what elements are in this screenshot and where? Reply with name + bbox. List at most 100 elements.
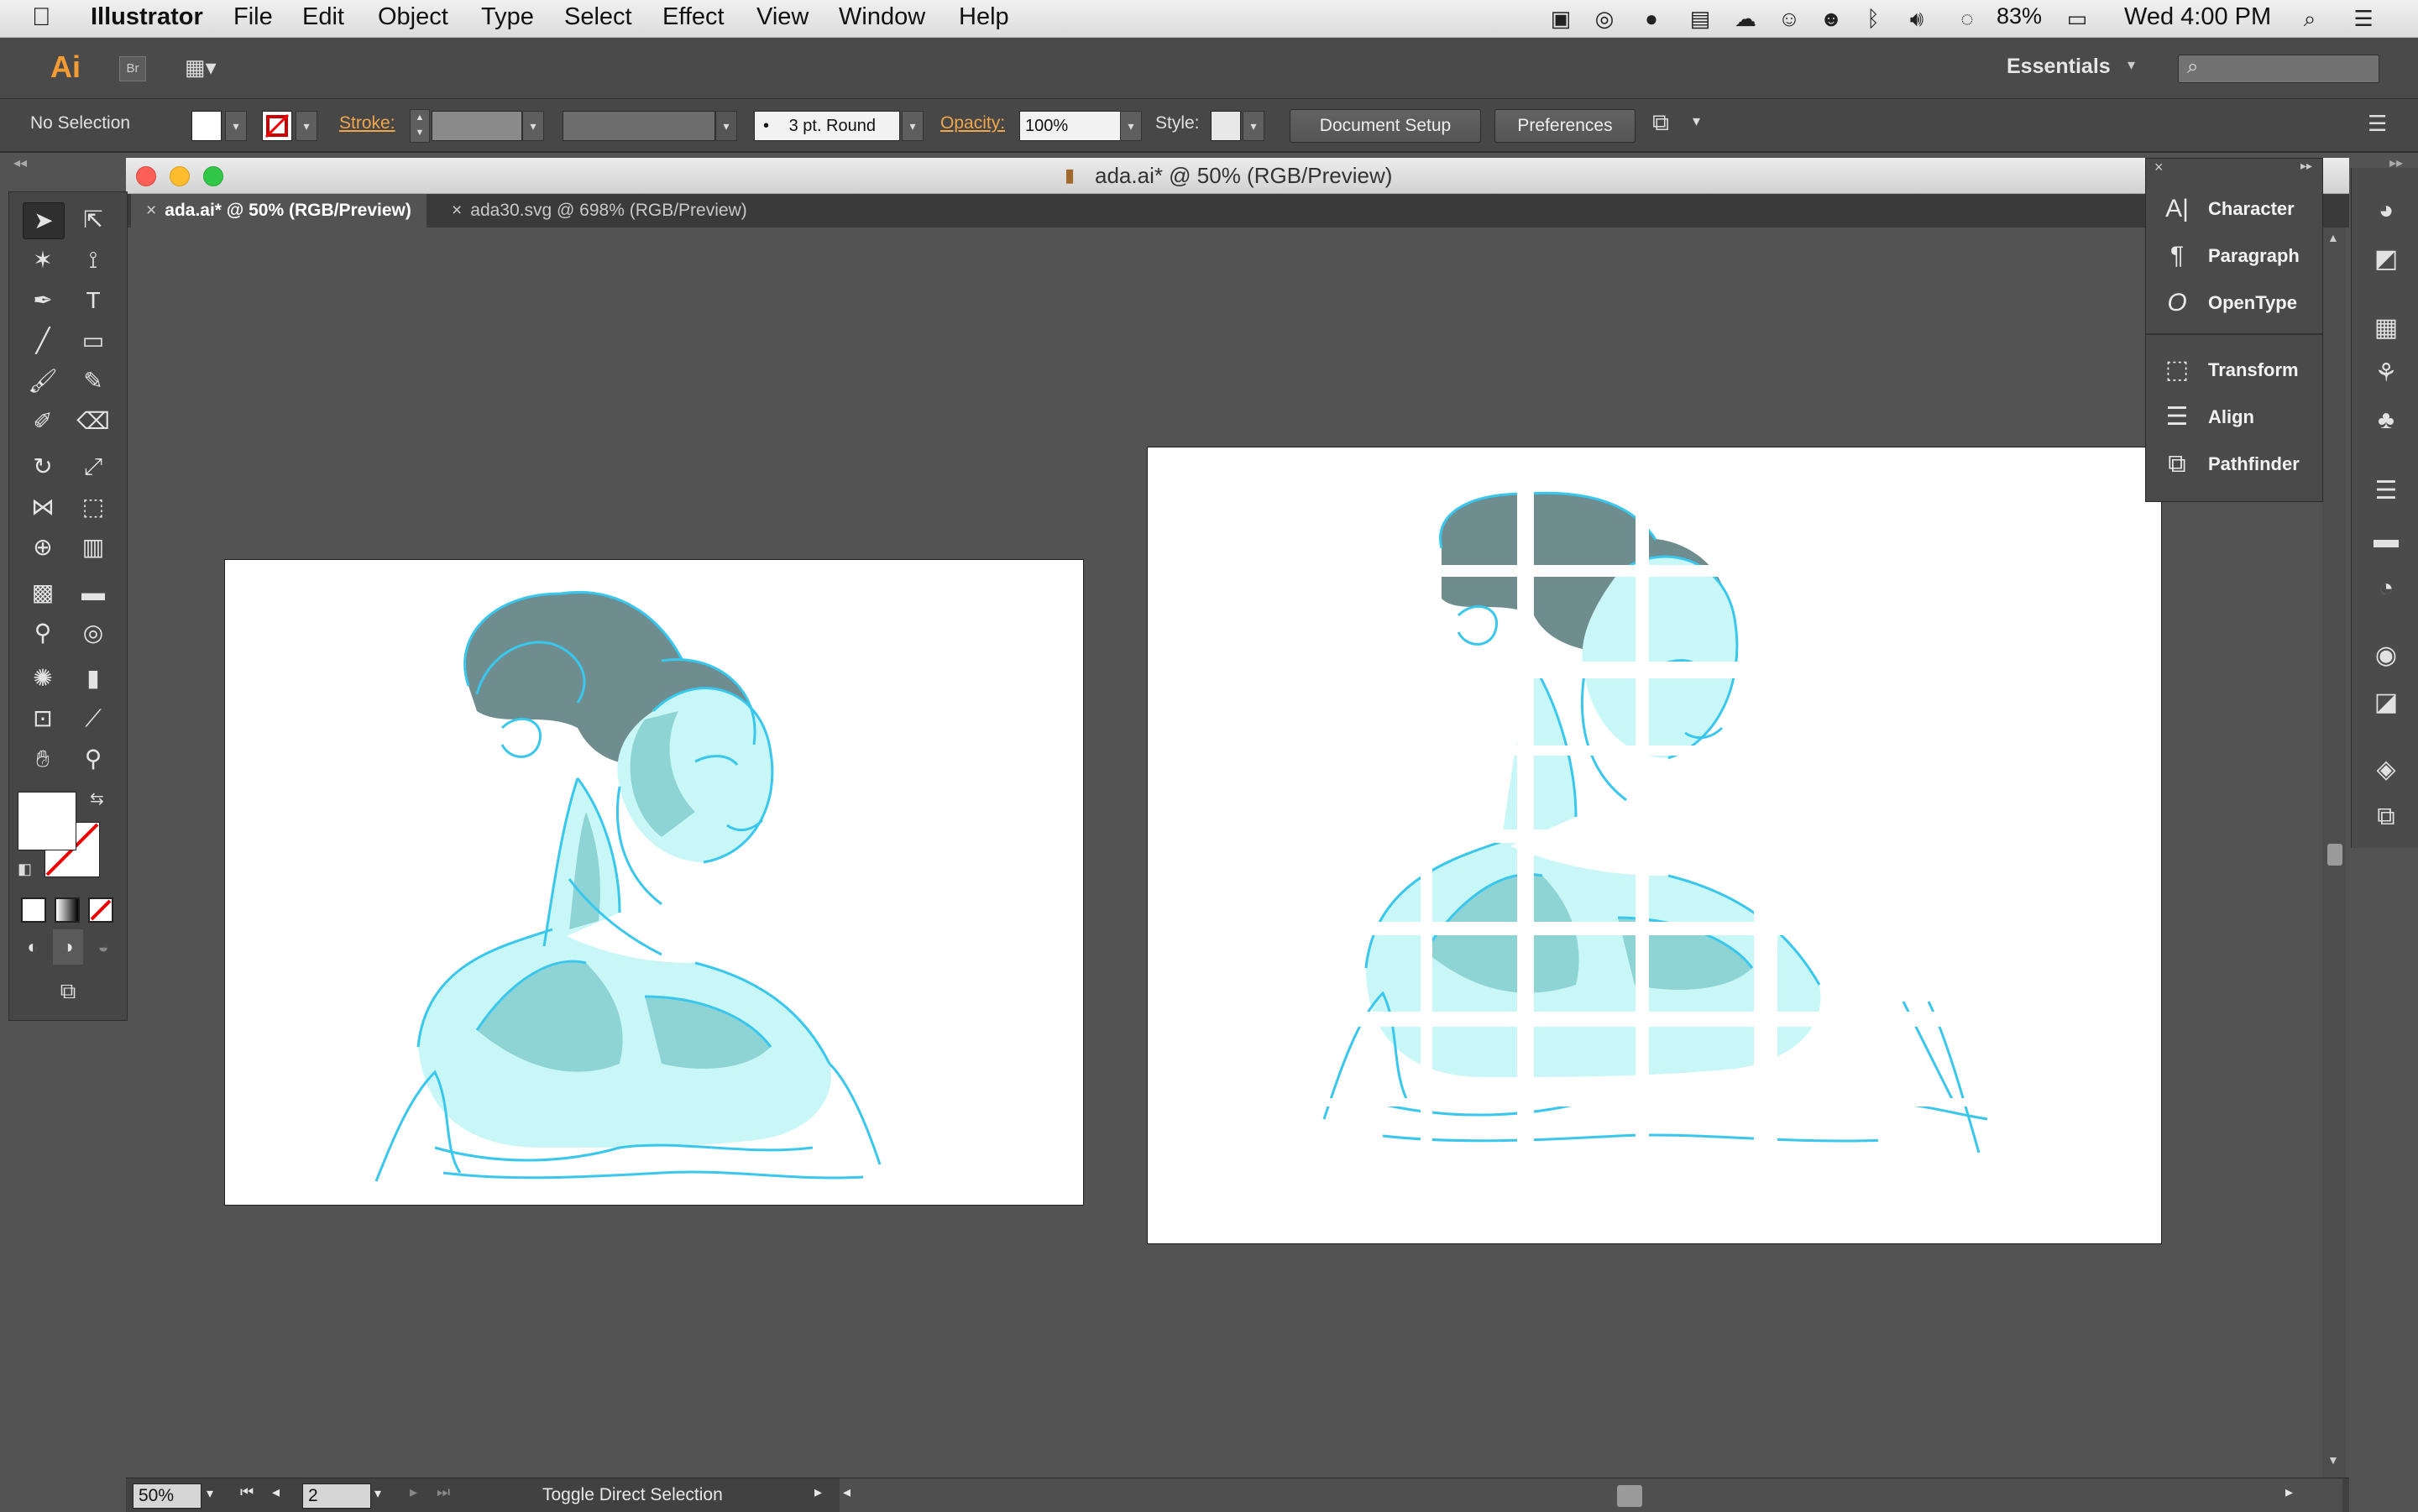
opacity-label[interactable]: Opacity: (940, 113, 1005, 133)
clock[interactable]: Wed 4:00 PM (2124, 3, 2271, 31)
swap-fill-stroke-icon[interactable]: ⇆ (90, 788, 104, 809)
scale-tool-icon[interactable]: ⤢ (73, 449, 113, 484)
draw-inside-icon[interactable]: ◒ (88, 929, 118, 965)
arrange-documents-button[interactable]: ▦▾ (185, 55, 233, 81)
minimize-window-button[interactable] (170, 166, 190, 186)
expand-panel-icon[interactable]: ▸▸ (2300, 159, 2312, 173)
gradient-icon[interactable]: ▬ (2370, 524, 2402, 556)
bluetooth-icon[interactable]: ᛒ (1861, 6, 1886, 31)
blob-brush-tool-icon[interactable]: ✐ (23, 404, 63, 439)
close-window-button[interactable] (136, 166, 156, 186)
none-mode-button[interactable] (88, 897, 113, 923)
graphic-style-dropdown[interactable]: ▾ (1243, 111, 1264, 141)
avatar-icon[interactable]: ☻ (1819, 6, 1844, 31)
profile-dropdown[interactable]: ▾ (715, 111, 737, 141)
transparency-icon[interactable]: ◔ (2370, 573, 2402, 604)
symbol-sprayer-tool-icon[interactable]: ✺ (23, 661, 63, 696)
menu-effect[interactable]: Effect (662, 3, 725, 31)
direct-selection-tool-icon[interactable]: ⇱ (73, 202, 113, 238)
slice-tool-icon[interactable]: ⟋ (73, 701, 113, 736)
lasso-tool-icon[interactable]: ⟟ (73, 243, 113, 278)
sync-icon[interactable]: ◎ (1592, 6, 1617, 31)
draw-normal-icon[interactable]: ◐ (18, 929, 48, 965)
color-icon[interactable]: ◩ (2370, 243, 2402, 275)
stroke-icon[interactable]: ☰ (2370, 475, 2402, 507)
help-search-input[interactable]: ⌕ (2178, 55, 2379, 83)
document-setup-button[interactable]: Document Setup (1290, 109, 1481, 143)
fill-dropdown[interactable]: ▾ (225, 111, 247, 141)
stroke-label[interactable]: Stroke: (339, 113, 395, 133)
horizontal-scroll-thumb[interactable] (1617, 1485, 1642, 1507)
close-tab-icon[interactable]: × (452, 201, 462, 220)
eyedropper-tool-icon[interactable]: ⚲ (23, 615, 63, 651)
panel-item-pathfinder[interactable]: ⧉ Pathfinder (2146, 441, 2322, 488)
isolate-icon[interactable]: ⧉ (1652, 109, 1669, 137)
notification-center-icon[interactable]: ☰ (2351, 6, 2376, 31)
draw-behind-icon[interactable]: ◑ (53, 929, 83, 965)
menu-file[interactable]: File (233, 3, 273, 31)
zoom-tool-icon[interactable]: ⚲ (73, 741, 113, 777)
bookmark-icon[interactable]: ▤ (1688, 6, 1713, 31)
zoom-window-button[interactable] (203, 166, 223, 186)
symbols-icon[interactable]: ♣ (2370, 405, 2402, 437)
opacity-dropdown[interactable]: ▾ (1120, 111, 1142, 141)
stroke-weight-dropdown[interactable]: ▾ (522, 111, 544, 141)
panel-item-transform[interactable]: ⬚ Transform (2146, 347, 2322, 394)
stroke-swatch[interactable] (262, 111, 292, 141)
scroll-right-arrow[interactable]: ▸ (2285, 1483, 2293, 1501)
eraser-tool-icon[interactable]: ⌫ (73, 404, 113, 439)
zoom-dropdown-icon[interactable]: ▾ (207, 1485, 213, 1502)
tab-ada-ai[interactable]: × ada.ai* @ 50% (RGB/Preview) (131, 194, 427, 228)
mesh-tool-icon[interactable]: ▩ (23, 575, 63, 610)
close-tab-icon[interactable]: × (146, 201, 156, 220)
menu-app-name[interactable]: Illustrator (91, 3, 203, 31)
width-tool-icon[interactable]: ⋈ (23, 489, 63, 525)
horizontal-scrollbar[interactable]: ◂ ▸ (840, 1478, 2342, 1512)
battery-icon[interactable]: ▭ (2059, 6, 2096, 31)
color-guide-icon[interactable]: ◕ (2370, 195, 2402, 227)
artboard-dropdown-icon[interactable]: ▾ (374, 1485, 381, 1502)
wifi-icon[interactable]: ◌ (1955, 6, 1980, 31)
menu-edit[interactable]: Edit (302, 3, 344, 31)
menu-view[interactable]: View (756, 3, 809, 31)
screen-mode-icon[interactable]: ⧉ (48, 973, 88, 1008)
pencil-tool-icon[interactable]: ✎ (73, 364, 113, 399)
opacity-input[interactable]: 100% (1019, 111, 1128, 141)
fill-color-box[interactable] (18, 792, 76, 850)
next-artboard-icon[interactable]: ▸ (410, 1483, 417, 1501)
alien-icon[interactable]: ☺ (1777, 6, 1802, 31)
rotate-tool-icon[interactable]: ↻ (23, 449, 63, 484)
terminal-icon[interactable]: ▣ (1548, 6, 1573, 31)
artboard-2[interactable] (1147, 447, 2162, 1244)
artboard-1[interactable] (224, 559, 1084, 1206)
graphic-style-swatch[interactable] (1211, 111, 1241, 141)
bowler-hat-icon[interactable]: ● (1639, 6, 1664, 31)
chevron-down-icon[interactable]: ▾ (2128, 56, 2135, 74)
line-tool-icon[interactable]: ╱ (23, 323, 63, 358)
panel-item-character[interactable]: A| Character (2146, 186, 2322, 233)
appearance-icon[interactable]: ◉ (2370, 640, 2402, 672)
last-artboard-icon[interactable]: ⏭ (437, 1483, 450, 1501)
panel-item-align[interactable]: ☰ Align (2146, 394, 2322, 441)
artboard-number-field[interactable]: 2 (302, 1483, 371, 1509)
chevron-down-icon[interactable]: ▾ (1693, 112, 1700, 130)
close-panel-icon[interactable]: × (2154, 159, 2164, 176)
selection-tool-icon[interactable]: ➤ (23, 202, 65, 239)
hand-tool-icon[interactable]: ✋︎ (23, 741, 63, 777)
gradient-mode-button[interactable] (55, 897, 80, 923)
scroll-down-arrow[interactable]: ▼ (2327, 1453, 2339, 1467)
scroll-up-arrow[interactable]: ▲ (2327, 231, 2339, 244)
swatches-icon[interactable]: ▦ (2370, 312, 2402, 344)
brushes-icon[interactable]: ⚘ (2370, 358, 2402, 390)
menu-window[interactable]: Window (839, 3, 925, 31)
first-artboard-icon[interactable]: ⏮ (240, 1483, 254, 1501)
menu-help[interactable]: Help (959, 3, 1009, 31)
spotlight-search-icon[interactable]: ⌕ (2297, 6, 2322, 31)
default-fill-stroke-icon[interactable]: ◧ (18, 861, 32, 878)
pen-tool-icon[interactable]: ✒ (23, 283, 63, 318)
status-menu-arrow[interactable]: ▸ (814, 1483, 822, 1501)
bridge-button[interactable]: Br (119, 56, 146, 81)
brush-dropdown[interactable]: ▾ (902, 111, 924, 141)
column-graph-tool-icon[interactable]: ▮ (73, 661, 113, 696)
cloud-icon[interactable]: ☁ (1733, 6, 1758, 31)
